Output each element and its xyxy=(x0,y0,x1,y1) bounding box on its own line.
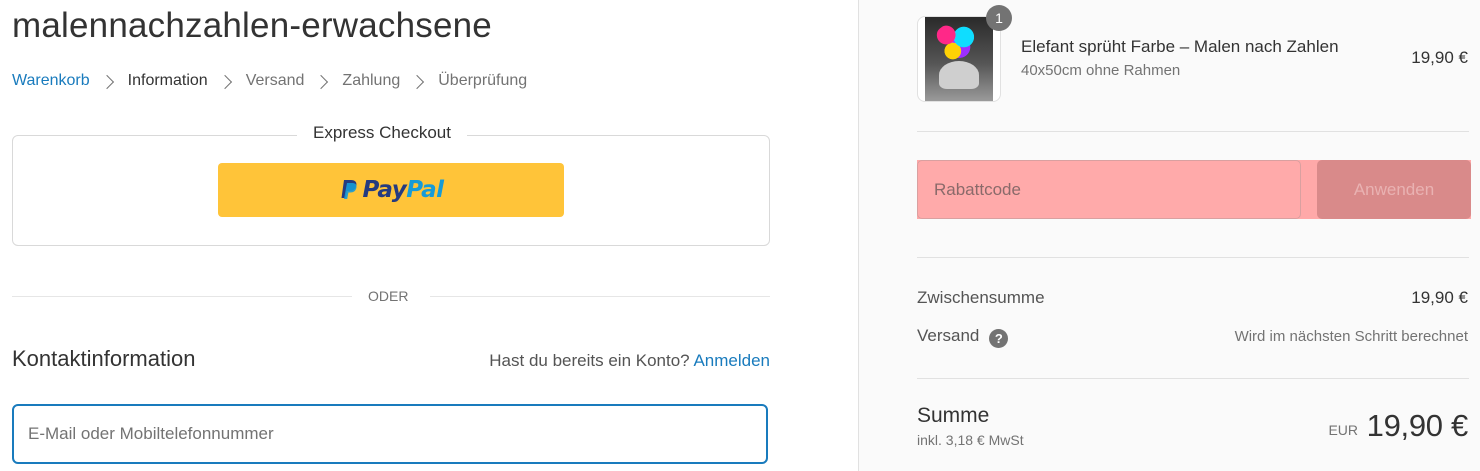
quantity-badge: 1 xyxy=(986,5,1012,31)
summary-divider xyxy=(917,378,1469,379)
help-icon[interactable]: ? xyxy=(989,329,1009,348)
subtotal-label: Zwischensumme xyxy=(917,288,1045,307)
shipping-row: Versand? xyxy=(917,326,1009,348)
breadcrumb-review: Überprüfung xyxy=(438,72,528,89)
divider-line-right xyxy=(430,296,770,297)
paypal-button[interactable]: PayPal xyxy=(218,163,564,217)
account-question-text: Hast du bereits ein Konto? xyxy=(489,351,690,370)
apply-discount-button[interactable]: Anwenden xyxy=(1317,160,1471,219)
or-divider-text: ODER xyxy=(368,288,409,304)
subtotal-value: 19,90 € xyxy=(1411,288,1468,307)
email-input[interactable] xyxy=(14,406,766,462)
breadcrumb-cart[interactable]: Warenkorb xyxy=(12,72,90,90)
checkout-main: malennachzahlen-erwachsene Warenkorb Inf… xyxy=(0,0,858,471)
summary-divider xyxy=(917,131,1469,132)
product-variant: 40x50cm ohne Rahmen xyxy=(1021,62,1181,79)
chevron-right-icon xyxy=(410,74,425,90)
shipping-value: Wird im nächsten Schritt berechnet xyxy=(1234,328,1468,345)
currency-code: EUR xyxy=(1328,422,1358,438)
total-label: Summe xyxy=(917,404,990,427)
chevron-right-icon xyxy=(314,74,329,90)
summary-divider xyxy=(917,257,1469,258)
tax-note: inkl. 3,18 € MwSt xyxy=(917,432,1024,448)
paypal-logo-icon xyxy=(341,180,357,199)
paypal-wordmark: PayPal xyxy=(362,177,445,203)
contact-section-title: Kontaktinformation xyxy=(12,346,196,371)
product-image xyxy=(925,17,993,101)
express-checkout-title: Express Checkout xyxy=(297,123,467,143)
product-name: Elefant sprüht Farbe – Malen nach Zahlen xyxy=(1021,37,1339,56)
breadcrumb-shipping: Versand xyxy=(245,72,305,89)
discount-field-wrapper xyxy=(917,160,1301,219)
product-price: 19,90 € xyxy=(1411,48,1468,67)
account-prompt: Hast du bereits ein Konto? Anmelden xyxy=(489,351,770,371)
order-summary: 1 Elefant sprüht Farbe – Malen nach Zahl… xyxy=(858,0,1480,471)
shipping-label: Versand xyxy=(917,326,980,345)
email-field-wrapper xyxy=(12,404,768,464)
shop-title[interactable]: malennachzahlen-erwachsene xyxy=(12,6,492,46)
chevron-right-icon xyxy=(99,74,114,90)
breadcrumb-payment: Zahlung xyxy=(342,72,401,89)
chevron-right-icon xyxy=(217,74,232,90)
login-link[interactable]: Anmelden xyxy=(693,351,770,370)
breadcrumb: Warenkorb Information Versand Zahlung Üb… xyxy=(12,72,527,90)
breadcrumb-information: Information xyxy=(127,72,208,89)
product-thumbnail xyxy=(917,16,1001,102)
divider-line-left xyxy=(12,296,352,297)
total-value: 19,90 € xyxy=(1366,408,1469,443)
discount-code-input[interactable] xyxy=(918,161,1300,218)
